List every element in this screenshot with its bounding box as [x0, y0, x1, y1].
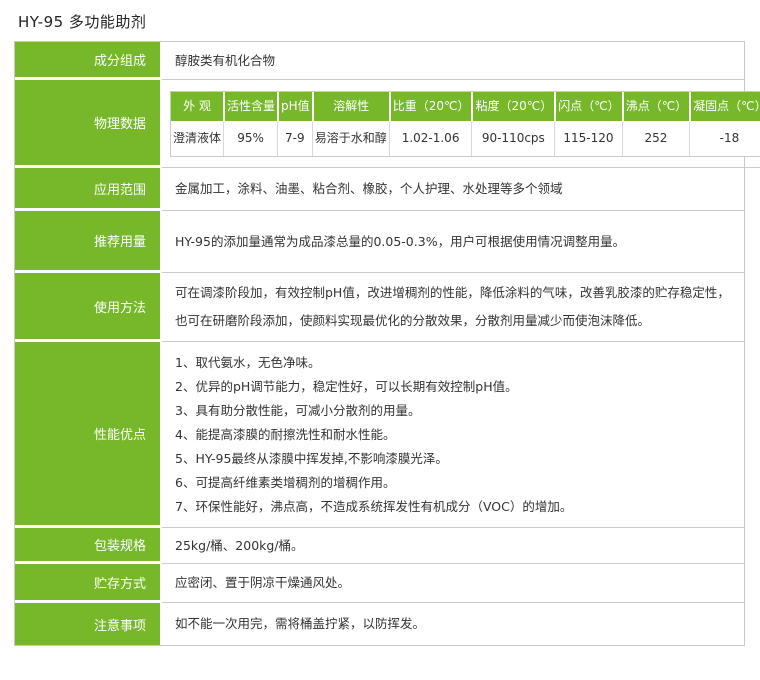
advantage-item: 4、能提高漆膜的耐擦洗性和耐水性能。	[175, 423, 734, 447]
physical-header-specific-gravity: 比重（20℃）	[389, 92, 472, 122]
row-content-notes: 如不能一次用完，需将桶盖拧紧，以防挥发。	[162, 603, 744, 645]
physical-value-active-content: 95%	[223, 122, 277, 156]
spec-row-storage: 贮存方式 应密闭、置于阴凉干燥通风处。	[15, 564, 744, 603]
row-label-physical-data: 物理数据	[15, 80, 160, 168]
physical-value-boiling-point: 252	[622, 122, 689, 156]
physical-header-solubility: 溶解性	[312, 92, 389, 122]
row-label-usage: 使用方法	[15, 273, 160, 342]
advantage-item: 2、优异的pH调节能力，稳定性好，可以长期有效控制pH值。	[175, 375, 734, 399]
advantage-item: 1、取代氨水，无色净味。	[175, 351, 734, 375]
physical-value-appearance: 澄清液体	[171, 122, 223, 156]
spec-row-notes: 注意事项 如不能一次用完，需将桶盖拧紧，以防挥发。	[15, 603, 744, 645]
row-label-packaging: 包装规格	[15, 528, 160, 564]
physical-header-row: 外 观 活性含量 pH值 溶解性 比重（20℃） 粘度（20℃） 闪点（℃） 沸…	[171, 92, 760, 122]
physical-header-flash-point: 闪点（℃）	[554, 92, 621, 122]
row-label-notes: 注意事项	[15, 603, 160, 645]
physical-header-appearance: 外 观	[171, 92, 223, 122]
physical-data-table: 外 观 活性含量 pH值 溶解性 比重（20℃） 粘度（20℃） 闪点（℃） 沸…	[170, 91, 760, 157]
physical-header-freezing-point: 凝固点（℃）	[689, 92, 760, 122]
physical-header-viscosity: 粘度（20℃）	[471, 92, 554, 122]
usage-line: 也可在研磨阶段添加，使颜料实现最优化的分散效果，分散剂用量减少而使泡沫降低。	[175, 307, 734, 335]
row-label-composition: 成分组成	[15, 42, 160, 80]
row-label-storage: 贮存方式	[15, 564, 160, 603]
row-content-physical-data: 外 观 活性含量 pH值 溶解性 比重（20℃） 粘度（20℃） 闪点（℃） 沸…	[162, 80, 760, 168]
spec-row-usage: 使用方法 可在调漆阶段加，有效控制pH值，改进增稠剂的性能，降低涂料的气味，改善…	[15, 273, 744, 342]
physical-value-freezing-point: -18	[689, 122, 760, 156]
row-content-composition: 醇胺类有机化合物	[162, 42, 744, 80]
row-content-advantages: 1、取代氨水，无色净味。 2、优异的pH调节能力，稳定性好，可以长期有效控制pH…	[162, 342, 744, 528]
spec-row-application: 应用范围 金属加工，涂料、油墨、粘合剂、橡胶，个人护理、水处理等多个领域	[15, 168, 744, 211]
advantage-item: 6、可提高纤维素类增稠剂的增稠作用。	[175, 471, 734, 495]
physical-header-ph: pH值	[277, 92, 312, 122]
spec-row-physical-data: 物理数据 外 观 活性含量 pH值 溶解性 比重（20℃） 粘度（20℃） 闪点…	[15, 80, 744, 168]
physical-value-solubility: 易溶于水和醇	[312, 122, 389, 156]
advantage-item: 3、具有助分散性能，可减小分散剂的用量。	[175, 399, 734, 423]
advantage-item: 5、HY-95最终从漆膜中挥发掉,不影响漆膜光泽。	[175, 447, 734, 471]
row-content-dosage: HY-95的添加量通常为成品漆总量的0.05-0.3%，用户可根据使用情况调整用…	[162, 211, 744, 273]
physical-header-boiling-point: 沸点（℃）	[622, 92, 689, 122]
physical-value-ph: 7-9	[277, 122, 312, 156]
row-content-storage: 应密闭、置于阴凉干燥通风处。	[162, 564, 744, 603]
physical-value-specific-gravity: 1.02-1.06	[389, 122, 472, 156]
physical-value-row: 澄清液体 95% 7-9 易溶于水和醇 1.02-1.06 90-110cps …	[171, 122, 760, 156]
usage-line: 可在调漆阶段加，有效控制pH值，改进增稠剂的性能，降低涂料的气味，改善乳胶漆的贮…	[175, 279, 734, 307]
advantage-item: 7、环保性能好，沸点高，不造成系统挥发性有机成分（VOC）的增加。	[175, 495, 734, 519]
spec-row-composition: 成分组成 醇胺类有机化合物	[15, 42, 744, 80]
spec-row-advantages: 性能优点 1、取代氨水，无色净味。 2、优异的pH调节能力，稳定性好，可以长期有…	[15, 342, 744, 528]
spec-row-dosage: 推荐用量 HY-95的添加量通常为成品漆总量的0.05-0.3%，用户可根据使用…	[15, 211, 744, 273]
row-label-dosage: 推荐用量	[15, 211, 160, 273]
product-spec-table: 成分组成 醇胺类有机化合物 物理数据 外 观 活性含量 pH值 溶解性 比重（2…	[14, 41, 745, 646]
row-label-advantages: 性能优点	[15, 342, 160, 528]
row-content-application: 金属加工，涂料、油墨、粘合剂、橡胶，个人护理、水处理等多个领域	[162, 168, 744, 211]
physical-value-flash-point: 115-120	[554, 122, 621, 156]
physical-value-viscosity: 90-110cps	[471, 122, 554, 156]
spec-row-packaging: 包装规格 25kg/桶、200kg/桶。	[15, 528, 744, 564]
row-content-packaging: 25kg/桶、200kg/桶。	[162, 528, 744, 564]
row-label-application: 应用范围	[15, 168, 160, 211]
page-title: HY-95 多功能助剂	[18, 11, 760, 32]
physical-header-active-content: 活性含量	[223, 92, 277, 122]
row-content-usage: 可在调漆阶段加，有效控制pH值，改进增稠剂的性能，降低涂料的气味，改善乳胶漆的贮…	[162, 273, 744, 342]
